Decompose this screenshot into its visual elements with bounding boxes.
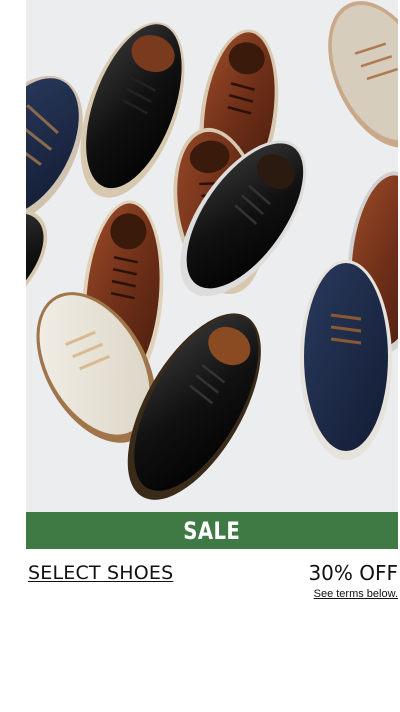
sale-label: SALE [183,516,241,545]
hero-image-mens-shoes[interactable] [26,0,398,512]
sale-banner[interactable]: SALE [26,512,398,549]
discount-text: 30% OFF [308,561,398,585]
select-shoes-link[interactable]: SELECT SHOES [28,562,173,584]
offer-block: 30% OFF See terms below. [308,562,398,602]
shoes-photo [26,0,398,512]
promo-details: SELECT SHOES 30% OFF See terms below. [26,562,398,602]
terms-link[interactable]: See terms below. [314,588,398,600]
promo-card[interactable]: SALE SELECT SHOES 30% OFF See terms belo… [26,0,398,602]
